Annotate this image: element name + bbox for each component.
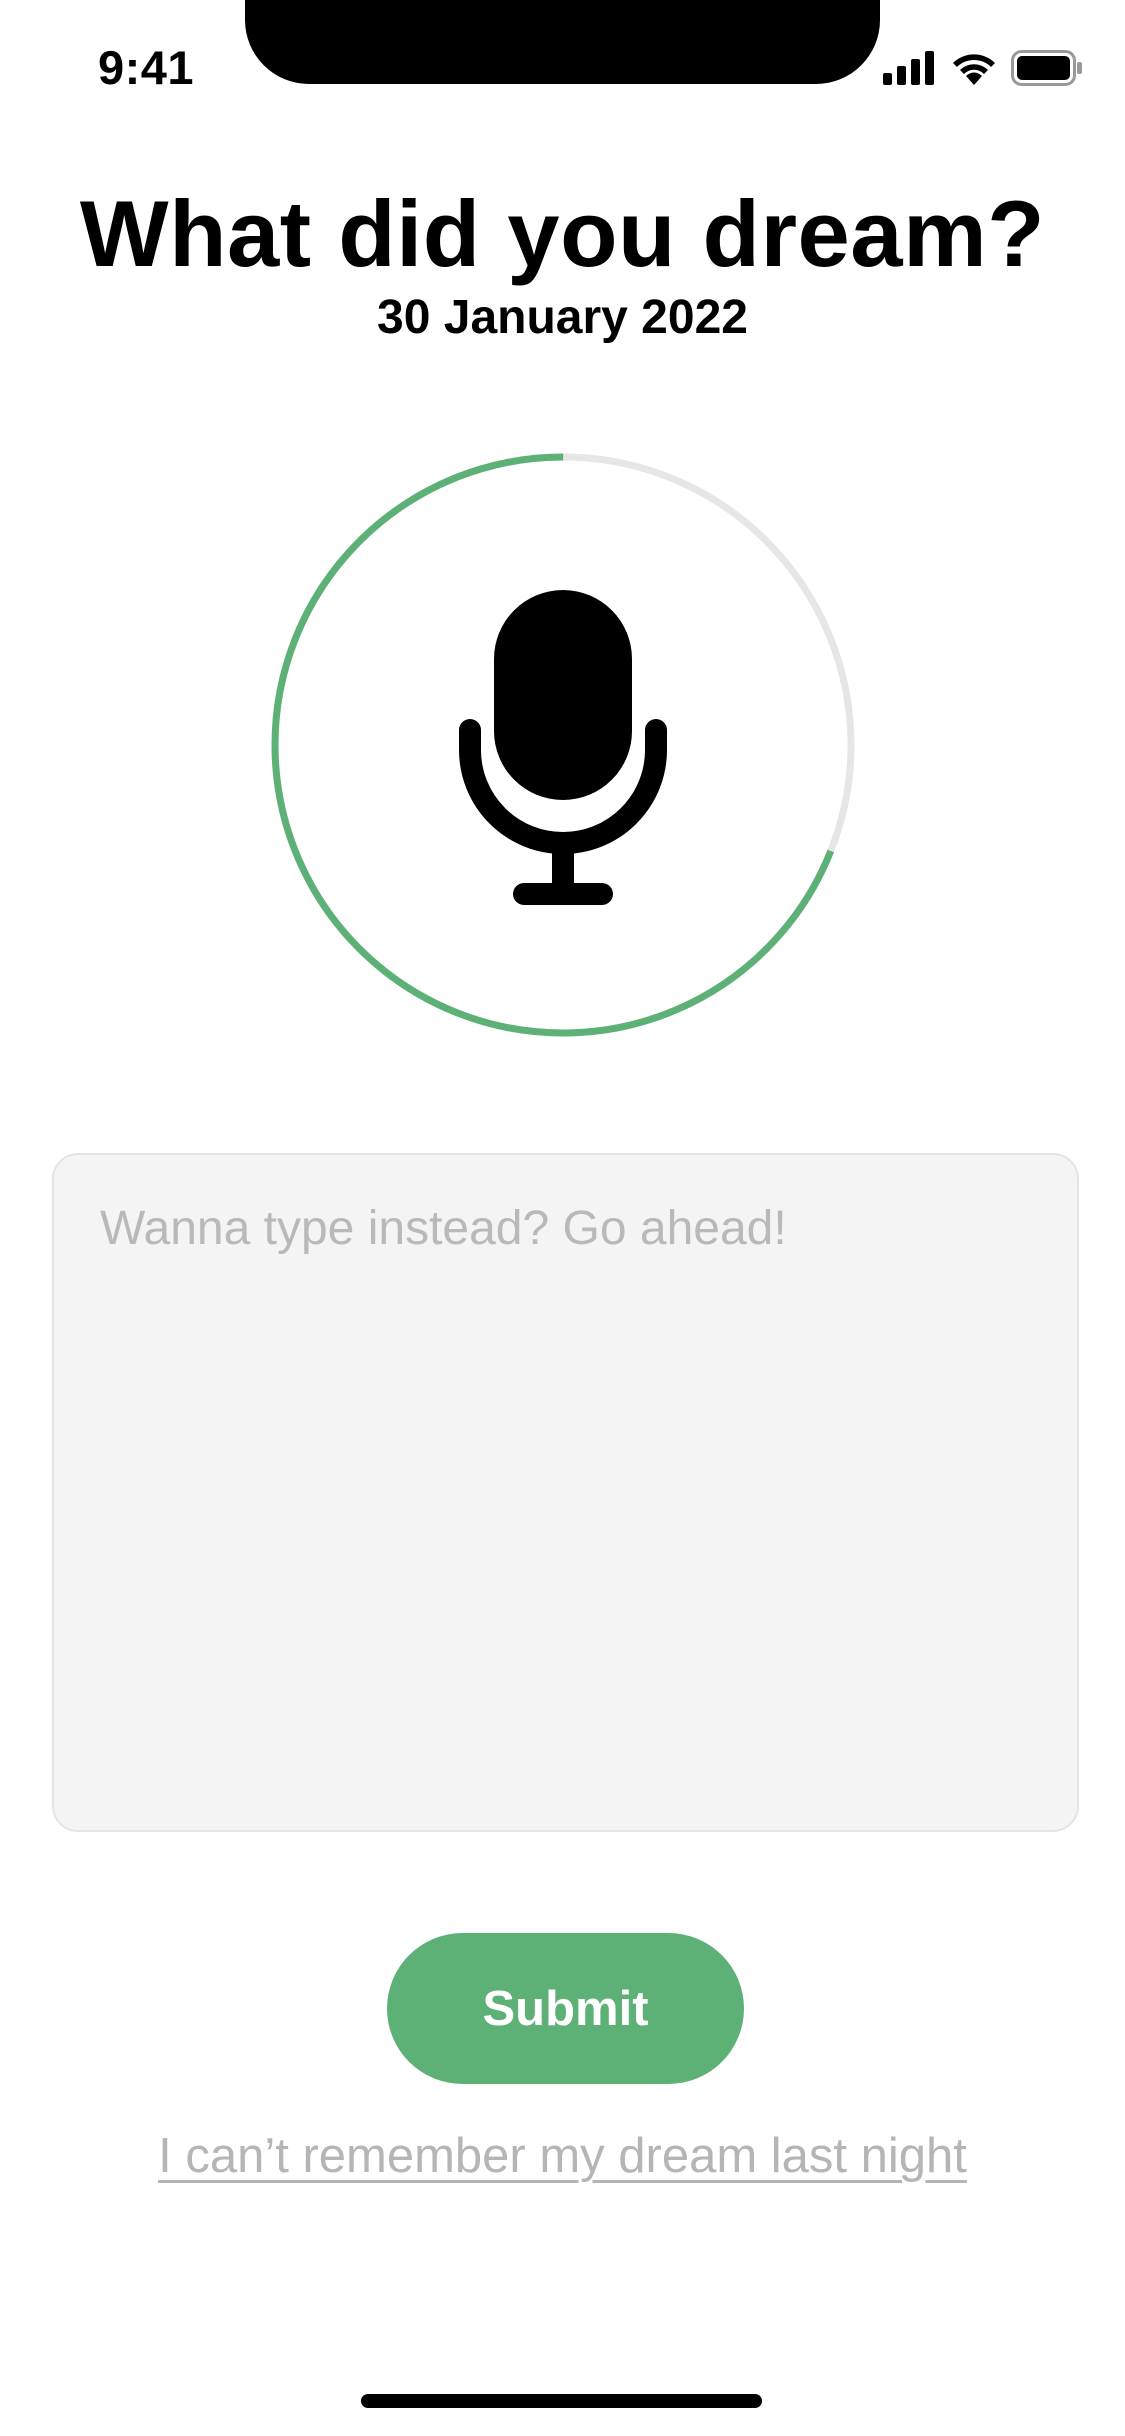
status-time: 9:41 (98, 41, 195, 94)
battery-icon (1011, 50, 1083, 86)
home-indicator (361, 2394, 762, 2408)
status-bar: 9:41 (0, 0, 1125, 140)
cellular-signal-icon (883, 51, 937, 85)
dream-text-input[interactable] (52, 1153, 1079, 1832)
page-title: What did you dream? (79, 181, 1046, 286)
record-button[interactable] (268, 450, 858, 1040)
cant-remember-link[interactable]: I can’t remember my dream last night (0, 2128, 1125, 2184)
status-icons (883, 50, 1083, 86)
wifi-icon (951, 51, 997, 85)
submit-button[interactable]: Submit (387, 1933, 744, 2084)
microphone-icon (458, 590, 668, 910)
notch (245, 0, 880, 84)
dream-date: 30 January 2022 (377, 291, 748, 344)
